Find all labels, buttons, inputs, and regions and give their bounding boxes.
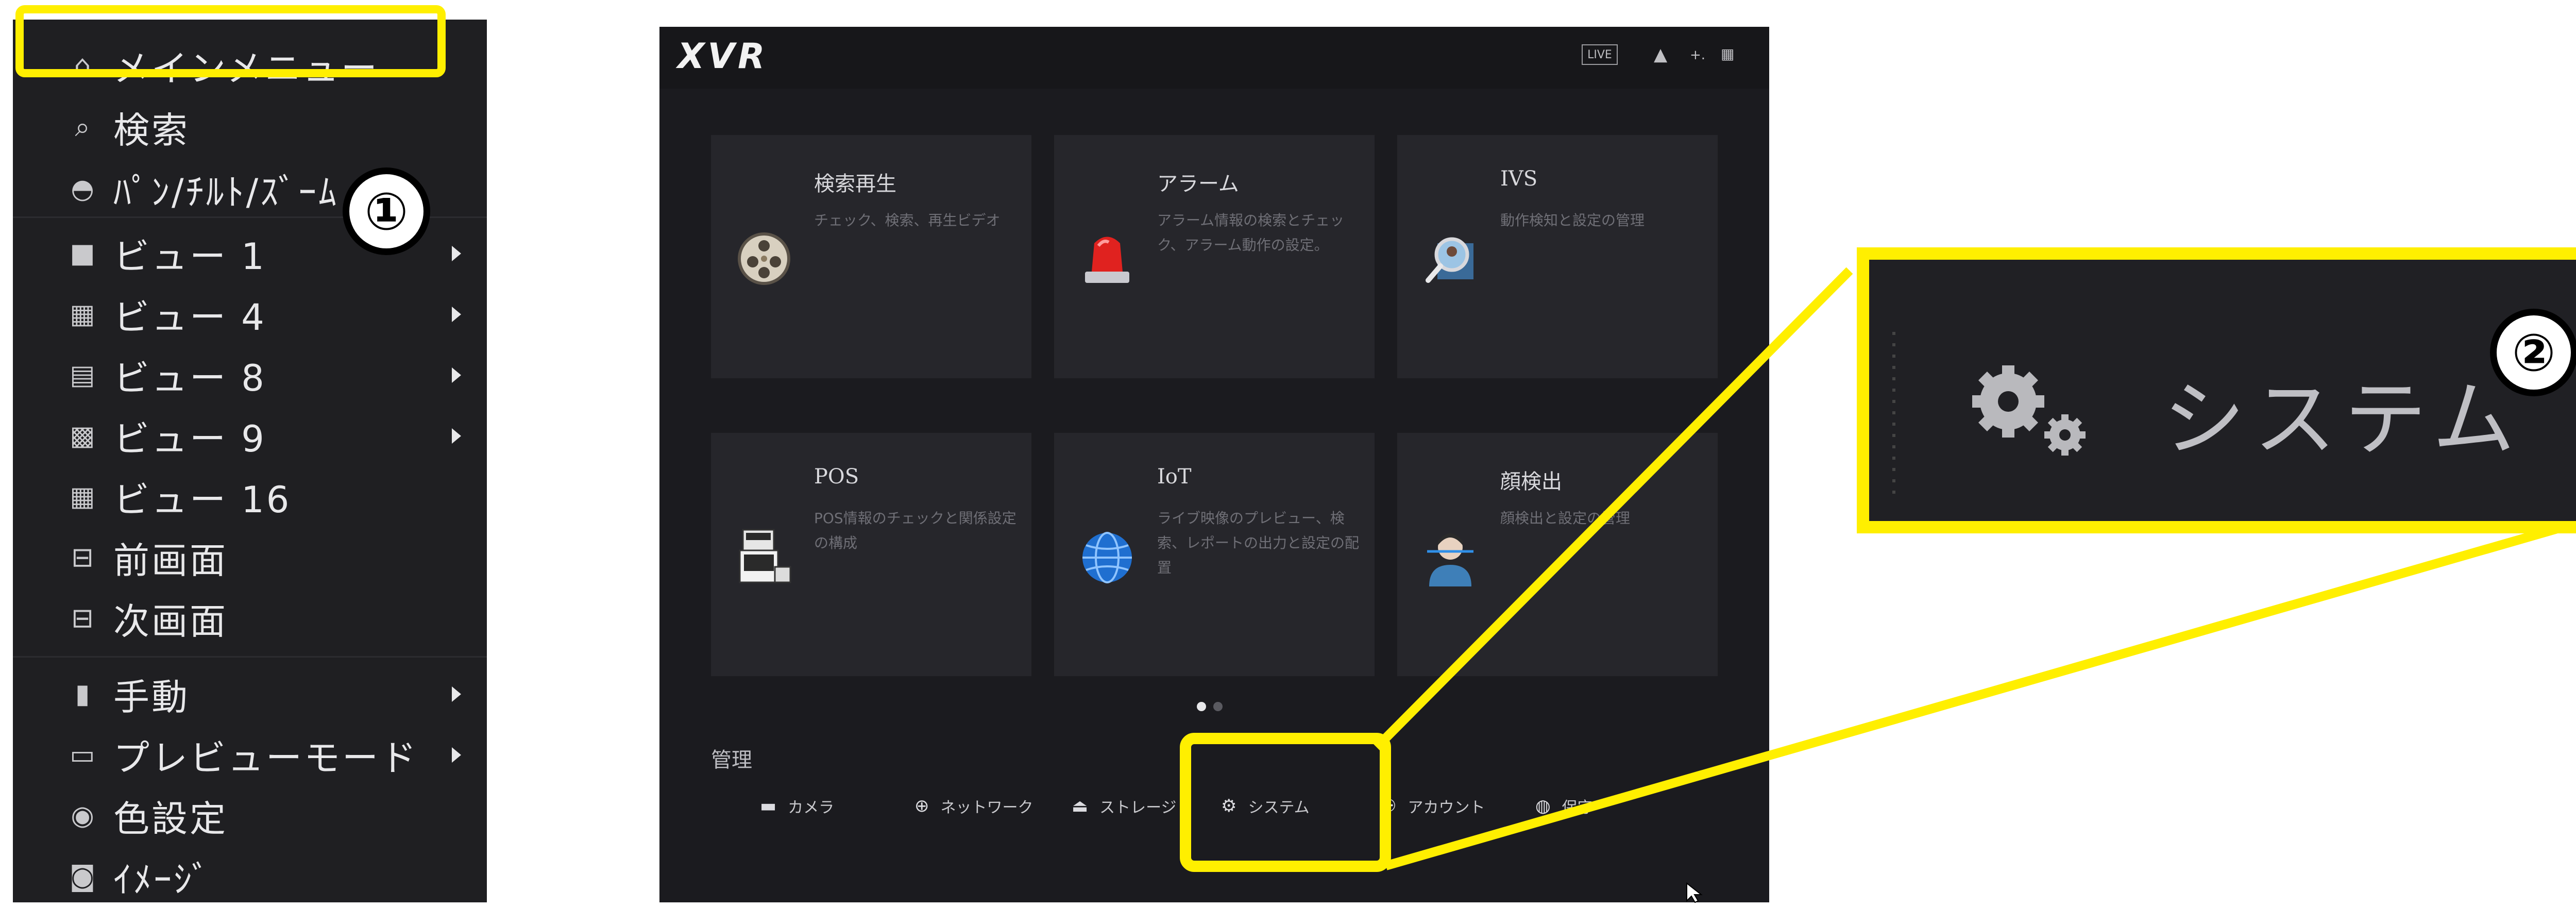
system-gears-icon [1972,365,2086,456]
zoom-callout: システム ② [1857,247,2576,533]
zoom-system-label: システム [2163,371,2523,467]
step-2-marker: ② [2490,309,2576,396]
zoom-edge-texture [1892,332,1895,497]
system-highlight-box [1180,733,1391,872]
